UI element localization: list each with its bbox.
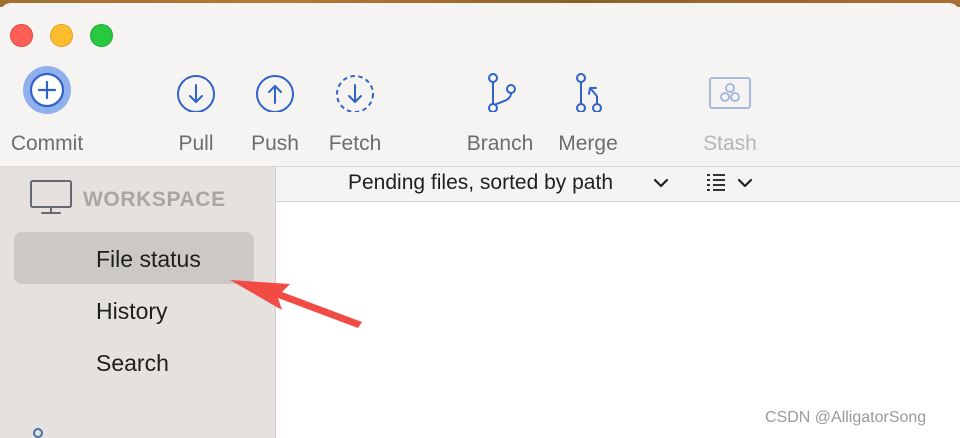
sidebar-item-search[interactable]: Search	[14, 336, 254, 388]
branch-icon	[488, 73, 516, 112]
watermark: CSDN @AlligatorSong	[765, 409, 927, 426]
merge-icon	[576, 73, 602, 112]
stash-label: Stash	[703, 132, 757, 155]
branch-button[interactable]: Branch	[450, 68, 550, 168]
window-minimize-button[interactable]	[50, 24, 73, 47]
commit-button[interactable]: Commit	[0, 66, 97, 168]
fetch-button[interactable]: Fetch	[305, 68, 405, 168]
window-close-button[interactable]	[10, 24, 33, 47]
window-zoom-button[interactable]	[90, 24, 113, 47]
pull-icon	[177, 75, 215, 112]
branch-label: Branch	[466, 132, 534, 155]
fetch-label: Fetch	[328, 132, 382, 155]
sidebar-item-label: Search	[96, 350, 169, 376]
view-options-chevron-down-icon[interactable]	[736, 176, 754, 190]
commit-icon	[23, 66, 71, 114]
remotes-section-icon	[33, 428, 43, 438]
sidebar-item-label: History	[96, 298, 168, 324]
sort-dropdown-label[interactable]: Pending files, sorted by path	[348, 171, 613, 195]
stash-button[interactable]: Stash	[680, 68, 780, 168]
sidebar-item-label: File status	[96, 246, 201, 272]
sidebar-item-file-status[interactable]: File status	[14, 232, 254, 284]
merge-button[interactable]: Merge	[538, 68, 638, 168]
annotation-arrow-icon	[230, 280, 362, 328]
merge-label: Merge	[558, 132, 618, 155]
monitor-icon	[30, 180, 72, 214]
workspace-section-header: WORKSPACE	[83, 188, 226, 211]
chevron-down-icon[interactable]	[652, 176, 670, 190]
stash-icon	[709, 77, 751, 109]
sidebar-item-history[interactable]: History	[14, 284, 254, 336]
list-view-icon[interactable]	[706, 172, 726, 194]
commit-label: Commit	[10, 132, 84, 155]
file-list-area	[276, 167, 960, 438]
push-icon	[256, 75, 294, 112]
fetch-icon	[336, 75, 374, 112]
